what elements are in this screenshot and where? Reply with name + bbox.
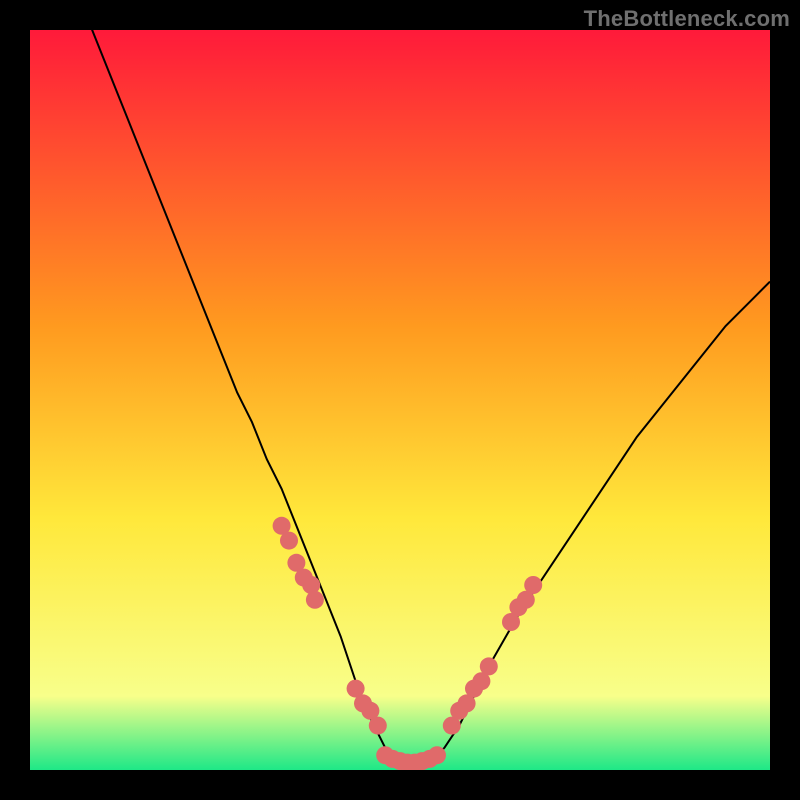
chart-frame [30,30,770,770]
data-point [524,576,542,594]
data-point [306,591,324,609]
data-point [428,746,446,764]
data-point [369,717,387,735]
chart-background [30,30,770,770]
data-point [480,657,498,675]
bottleneck-chart [30,30,770,770]
watermark-label: TheBottleneck.com [584,6,790,32]
data-point [280,532,298,550]
